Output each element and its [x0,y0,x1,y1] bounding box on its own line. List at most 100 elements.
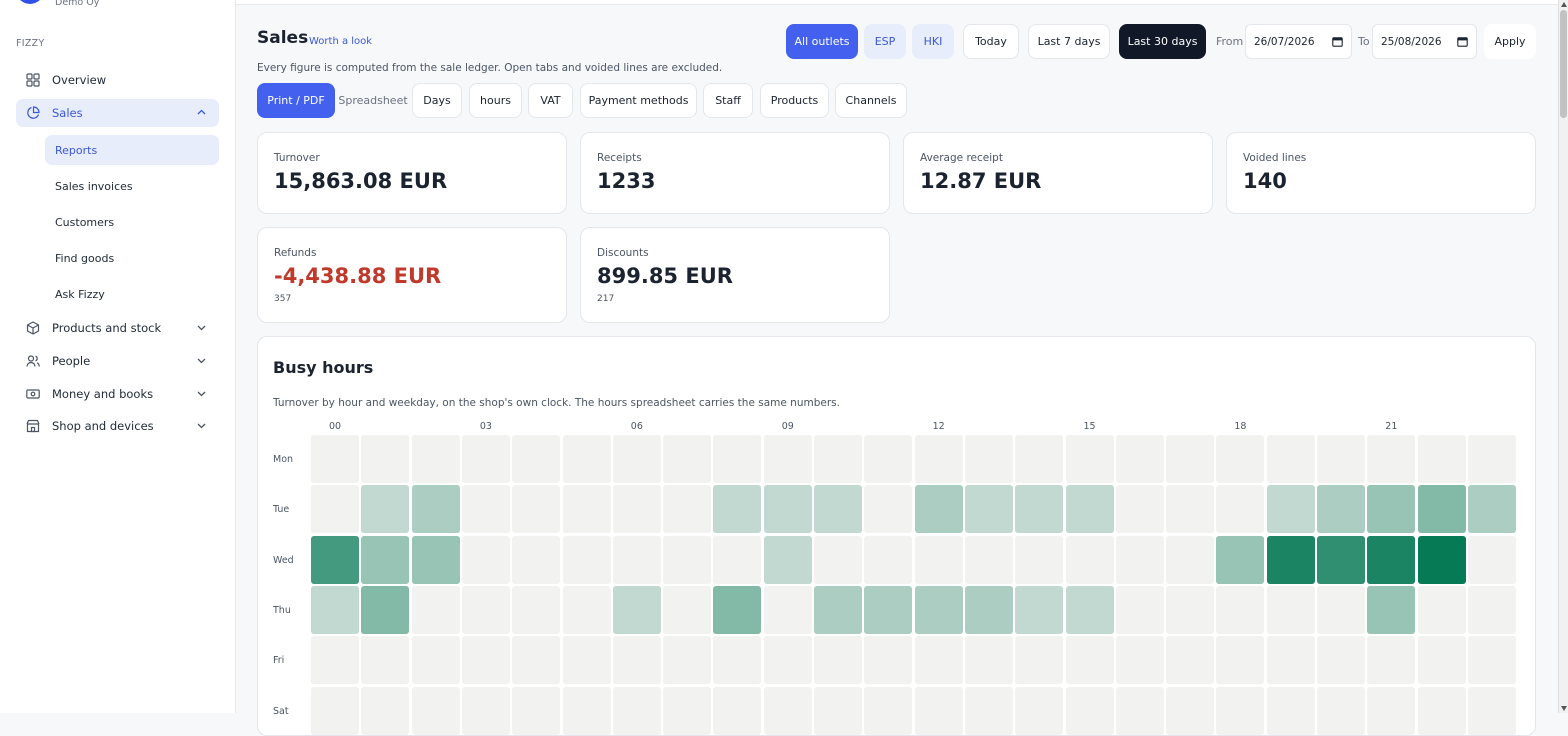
sidebar-subitem-sales-invoices[interactable]: Sales invoices [45,171,219,201]
heatmap-cell[interactable] [1367,485,1416,534]
heatmap-cell[interactable] [311,686,359,735]
heatmap-cell[interactable] [1467,636,1516,685]
heatmap-cell[interactable] [914,435,963,483]
heatmap-cell[interactable] [1065,485,1114,534]
heatmap-cell[interactable] [1266,535,1315,584]
heatmap-cell[interactable] [1266,636,1315,685]
heatmap-cell[interactable] [1417,585,1466,634]
heatmap-cell[interactable] [512,585,561,634]
heatmap-cell[interactable] [663,435,712,483]
heatmap-cell[interactable] [1367,686,1416,735]
print-pdf-button[interactable]: Print / PDF [257,83,335,118]
heatmap-cell[interactable] [612,485,661,534]
heatmap-cell[interactable] [763,686,812,735]
heatmap-cell[interactable] [461,485,510,534]
heatmap-cell[interactable] [814,485,862,534]
heatmap-cell[interactable] [361,435,410,483]
heatmap-cell[interactable] [1015,485,1064,534]
heatmap-cell[interactable] [1115,686,1164,735]
heatmap-cell[interactable] [763,435,812,483]
heatmap-cell[interactable] [814,535,862,584]
heatmap-cell[interactable] [864,485,913,534]
heatmap-cell[interactable] [663,636,712,685]
heatmap-cell[interactable] [1216,585,1265,634]
heatmap-cell[interactable] [461,636,510,685]
heatmap-cell[interactable] [1367,535,1416,584]
heatmap-cell[interactable] [361,535,410,584]
outlet-hki-button[interactable]: HKI [912,24,954,59]
heatmap-cell[interactable] [713,485,762,534]
heatmap-cell[interactable] [562,535,611,584]
heatmap-cell[interactable] [361,485,410,534]
heatmap-cell[interactable] [1266,485,1315,534]
heatmap-cell[interactable] [1467,535,1516,584]
heatmap-cell[interactable] [1367,435,1416,483]
heatmap-cell[interactable] [964,636,1013,685]
heatmap-cell[interactable] [914,485,963,534]
range-last-7-days-button[interactable]: Last 7 days [1028,24,1110,59]
heatmap-cell[interactable] [1115,585,1164,634]
heatmap-cell[interactable] [1467,485,1516,534]
scroll-down-arrow-icon[interactable] [1561,706,1567,711]
heatmap-cell[interactable] [1467,585,1516,634]
heatmap-cell[interactable] [411,585,460,634]
heatmap-cell[interactable] [763,636,812,685]
heatmap-cell[interactable] [814,585,862,634]
heatmap-cell[interactable] [361,585,410,634]
heatmap-cell[interactable] [1166,435,1215,483]
heatmap-cell[interactable] [1317,535,1365,584]
heatmap-cell[interactable] [1166,535,1215,584]
heatmap-cell[interactable] [612,585,661,634]
heatmap-cell[interactable] [1317,585,1365,634]
heatmap-cell[interactable] [663,585,712,634]
sheet-payment-methods-button[interactable]: Payment methods [580,83,697,118]
heatmap-cell[interactable] [562,485,611,534]
heatmap-cell[interactable] [1216,686,1265,735]
heatmap-cell[interactable] [512,535,561,584]
heatmap-cell[interactable] [1367,636,1416,685]
sheet-days-button[interactable]: Days [412,83,462,118]
heatmap-cell[interactable] [612,435,661,483]
heatmap-cell[interactable] [663,485,712,534]
heatmap-cell[interactable] [914,686,963,735]
heatmap-cell[interactable] [461,535,510,584]
heatmap-cell[interactable] [1367,585,1416,634]
heatmap-cell[interactable] [1266,686,1315,735]
heatmap-cell[interactable] [864,585,913,634]
heatmap-cell[interactable] [512,636,561,685]
heatmap-cell[interactable] [914,636,963,685]
heatmap-cell[interactable] [1467,435,1516,483]
heatmap-cell[interactable] [411,636,460,685]
heatmap-cell[interactable] [562,585,611,634]
heatmap-cell[interactable] [1065,636,1114,685]
heatmap-cell[interactable] [612,535,661,584]
heatmap-cell[interactable] [311,485,359,534]
heatmap-cell[interactable] [1216,485,1265,534]
heatmap-cell[interactable] [512,686,561,735]
heatmap-cell[interactable] [713,435,762,483]
heatmap-cell[interactable] [1166,636,1215,685]
range-today-button[interactable]: Today [963,24,1019,59]
heatmap-cell[interactable] [311,535,359,584]
heatmap-cell[interactable] [311,636,359,685]
heatmap-cell[interactable] [964,585,1013,634]
heatmap-cell[interactable] [311,435,359,483]
sidebar-item-sales[interactable]: Sales [16,99,219,127]
heatmap-cell[interactable] [763,535,812,584]
heatmap-cell[interactable] [461,686,510,735]
worth-a-look-link[interactable]: Worth a look [309,36,372,47]
heatmap-cell[interactable] [964,686,1013,735]
calendar-icon[interactable] [1457,36,1468,47]
heatmap-cell[interactable] [914,535,963,584]
heatmap-cell[interactable] [562,686,611,735]
heatmap-cell[interactable] [964,485,1013,534]
org-avatar[interactable] [16,0,44,4]
heatmap-cell[interactable] [964,535,1013,584]
heatmap-cell[interactable] [763,585,812,634]
heatmap-cell[interactable] [713,585,762,634]
heatmap-cell[interactable] [411,485,460,534]
heatmap-cell[interactable] [512,485,561,534]
heatmap-cell[interactable] [361,636,410,685]
heatmap-cell[interactable] [562,636,611,685]
heatmap-cell[interactable] [1015,686,1064,735]
